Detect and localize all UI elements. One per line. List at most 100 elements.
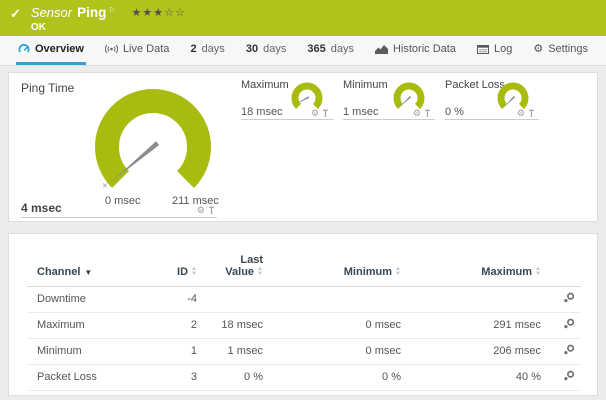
channel-id: 1	[149, 339, 197, 365]
channel-maximum	[401, 287, 541, 313]
gauges-panel: Ping Time ✕ 0 msec 211 msec 4 msec ⚙ Max…	[8, 72, 598, 222]
tab-live-data[interactable]: Live Data	[103, 36, 171, 65]
gauge-value: 4 msec	[21, 201, 62, 215]
table-row-downtime: Downtime -4	[27, 287, 581, 313]
prtg-sensor-page: ✓ Sensor Ping ⚐ ★★★☆☆ OK Overview Live D…	[0, 0, 606, 400]
tab-label: Live Data	[123, 43, 169, 55]
ping-time-gauge-block: Ping Time ✕ 0 msec 211 msec 4 msec ⚙	[9, 73, 231, 221]
minimum-gauge-block: Minimum 1 msec ⚙	[333, 73, 435, 123]
channel-id: 0	[149, 391, 197, 397]
tab-label: Settings	[548, 43, 588, 55]
tab-log[interactable]: Log	[475, 36, 514, 65]
pin-icon[interactable]	[424, 109, 431, 118]
channel-minimum: 0 msec	[263, 313, 401, 339]
table-row-maximum: Maximum 2 18 msec 0 msec 291 msec	[27, 313, 581, 339]
tab-overview[interactable]: Overview	[16, 36, 86, 65]
maximum-gauge-block: Maximum 18 msec ⚙	[231, 73, 333, 123]
tab-label: Overview	[35, 43, 84, 55]
channel-table: Channel▼ ID▲▼ Last Value▲▼ Minimum▲▼ Max…	[27, 254, 581, 396]
channel-maximum: 40 %	[401, 365, 541, 391]
tab-bar: Overview Live Data 2 days 30 days 365 da…	[0, 36, 606, 66]
priority-stars[interactable]: ★★★☆☆	[132, 6, 186, 19]
live-data-icon	[105, 44, 118, 54]
table-row-ping-time: Ping Time 0 4 msec 0 msec 211 msec	[27, 391, 581, 397]
col-header-maximum[interactable]: Maximum▲▼	[401, 254, 541, 287]
sensor-title-block: Sensor Ping ⚐ ★★★☆☆ OK	[31, 5, 186, 33]
tab-historic-data[interactable]: Historic Data	[373, 36, 458, 65]
pin-icon[interactable]	[208, 206, 215, 215]
channels-panel: Channel▼ ID▲▼ Last Value▲▼ Minimum▲▼ Max…	[8, 233, 598, 396]
gauge-title: Minimum	[343, 79, 388, 91]
channel-minimum: 0 %	[263, 365, 401, 391]
col-header-id[interactable]: ID▲▼	[149, 254, 197, 287]
channel-last-value: 18 msec	[197, 313, 263, 339]
tab-label: days	[202, 43, 225, 55]
pin-icon[interactable]	[322, 109, 329, 118]
gauge-divider	[343, 119, 435, 120]
channel-id: 2	[149, 313, 197, 339]
historic-data-icon	[375, 44, 388, 54]
sensor-header: ✓ Sensor Ping ⚐ ★★★☆☆ OK	[0, 0, 606, 36]
channel-settings-icon[interactable]	[563, 370, 575, 381]
gauge-value: 1 msec	[343, 106, 378, 118]
ok-check-icon: ✓	[10, 6, 21, 22]
tab-settings[interactable]: ⚙ Settings	[531, 36, 590, 65]
gauge-value: 0 %	[445, 106, 464, 118]
tab-number: 30	[246, 43, 258, 55]
settings-gear-icon: ⚙	[533, 44, 543, 55]
sensor-kind-label: Sensor	[31, 5, 72, 20]
scale-marker-icon: ✕	[102, 182, 108, 190]
col-header-last-value[interactable]: Last Value▲▼	[197, 254, 263, 287]
channel-settings-icon[interactable]	[563, 292, 575, 303]
sort-icon: ▲▼	[395, 267, 401, 277]
tab-label: Historic Data	[393, 43, 456, 55]
tab-number: 2	[190, 43, 196, 55]
channel-id: -4	[149, 287, 197, 313]
channel-last-value: 1 msec	[197, 339, 263, 365]
packet-loss-gauge-block: Packet Loss 0 % ⚙	[435, 73, 539, 123]
tab-label: days	[263, 43, 286, 55]
gauge-title: Maximum	[241, 79, 289, 91]
tab-label: days	[331, 43, 354, 55]
channel-maximum: 206 msec	[401, 339, 541, 365]
status-badge: OK	[31, 22, 186, 33]
tab-number: 365	[307, 43, 325, 55]
channel-name: Maximum	[27, 313, 149, 339]
channel-maximum: 211 msec	[401, 391, 541, 397]
gauge-settings-icon[interactable]: ⚙	[311, 109, 319, 118]
flag-icon: ⚐	[108, 6, 115, 15]
table-header-row: Channel▼ ID▲▼ Last Value▲▼ Minimum▲▼ Max…	[27, 254, 581, 287]
log-icon	[477, 45, 489, 54]
channel-minimum	[263, 287, 401, 313]
channel-id: 3	[149, 365, 197, 391]
tab-label: Log	[494, 43, 512, 55]
tab-30-days[interactable]: 30 days	[244, 36, 289, 65]
gauge-divider	[21, 217, 217, 218]
table-row-packet-loss: Packet Loss 3 0 % 0 % 40 %	[27, 365, 581, 391]
col-header-minimum[interactable]: Minimum▲▼	[263, 254, 401, 287]
gauge-min-label: 0 msec	[105, 195, 140, 207]
channel-settings-icon[interactable]	[563, 318, 575, 329]
sort-caret-icon: ▼	[84, 268, 92, 277]
channel-minimum: 0 msec	[263, 391, 401, 397]
channel-minimum: 0 msec	[263, 339, 401, 365]
gauge-settings-icon[interactable]: ⚙	[517, 109, 525, 118]
col-header-channel[interactable]: Channel▼	[27, 254, 149, 287]
channel-name: Ping Time	[27, 391, 149, 397]
gauge-settings-icon[interactable]: ⚙	[197, 206, 205, 215]
gauge-value: 18 msec	[241, 106, 283, 118]
channel-name: Packet Loss	[27, 365, 149, 391]
pin-icon[interactable]	[528, 109, 535, 118]
gauge-divider	[241, 119, 333, 120]
channel-maximum: 291 msec	[401, 313, 541, 339]
channel-last-value: 4 msec	[197, 391, 263, 397]
gauge-icon	[18, 44, 30, 54]
tab-365-days[interactable]: 365 days	[305, 36, 356, 65]
sort-icon: ▲▼	[191, 267, 197, 277]
channel-settings-icon[interactable]	[563, 344, 575, 355]
gauge-title: Ping Time	[21, 81, 74, 95]
sort-icon: ▲▼	[257, 267, 263, 277]
tab-2-days[interactable]: 2 days	[188, 36, 226, 65]
channel-name: Downtime	[27, 287, 149, 313]
gauge-settings-icon[interactable]: ⚙	[413, 109, 421, 118]
